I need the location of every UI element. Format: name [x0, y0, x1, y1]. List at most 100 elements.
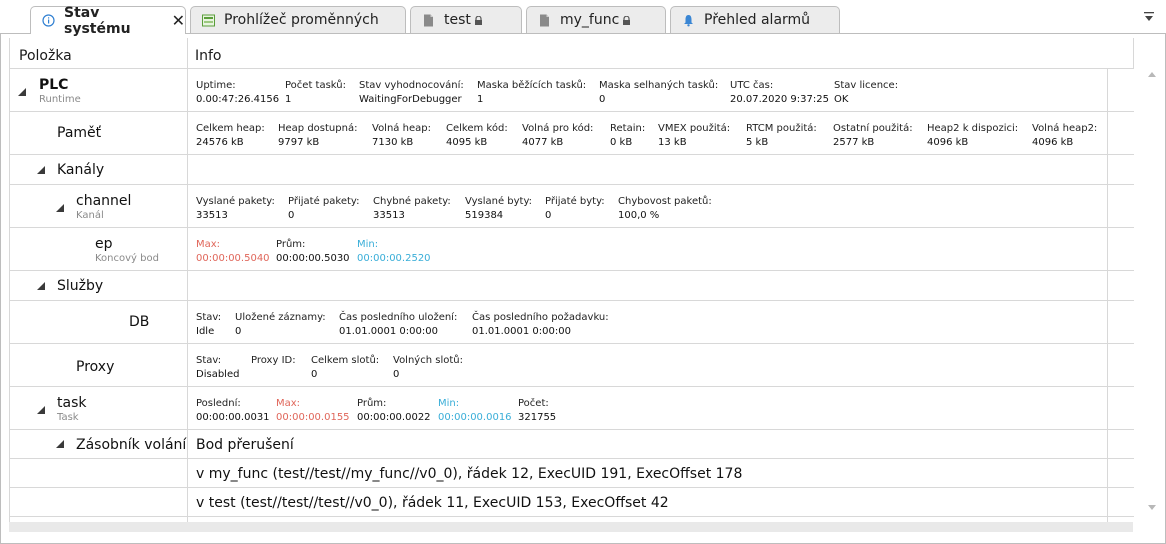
tree-row-services[interactable]: Služby	[10, 271, 1134, 301]
info-field: Stav: Disabled	[196, 355, 240, 380]
row-name: ep	[95, 236, 113, 252]
info-field-last: Poslední: 00:00:00.0031	[196, 398, 270, 423]
column-divider	[1133, 38, 1134, 68]
bell-icon	[684, 14, 693, 26]
tab-label: Přehled alarmů	[704, 12, 811, 28]
collapse-arrow-icon[interactable]	[18, 88, 26, 96]
info-field: Vyslané pakety: 33513	[196, 196, 275, 221]
info-field-min: Min: 00:00:00.0016	[438, 398, 512, 423]
row-name: Zásobník volání	[76, 437, 187, 453]
tree-row-channels[interactable]: Kanály	[10, 155, 1134, 185]
info-field-avg: Prům: 00:00:00.0022	[357, 398, 431, 423]
info-field: Volných slotů: 0	[393, 355, 463, 380]
info-field: Přijaté pakety: 0	[288, 196, 360, 221]
horizontal-scrollbar[interactable]	[9, 522, 1133, 532]
row-name: DB	[129, 314, 150, 330]
row-name: Kanály	[57, 162, 105, 178]
info-field: Heap2 k dispozici: 4096 kB	[927, 123, 1019, 148]
call-stack-entry-text: v test (test//test//test//v0_0), řádek 1…	[196, 495, 669, 511]
system-status-panel: Položka Info PLC Runtime Uptime: 0.00:47:…	[0, 33, 1166, 544]
tab-alarm-overview[interactable]: Přehled alarmů	[670, 6, 840, 33]
call-stack-entry[interactable]: v test (test//test//test//v0_0), řádek 1…	[10, 488, 1134, 517]
info-field: Uptime: 0.00:47:26.4156	[196, 80, 280, 105]
file-icon	[424, 14, 433, 26]
tree-row-call-stack[interactable]: Zásobník volání Bod přerušení	[10, 430, 1134, 459]
tab-label: Prohlížeč proměnných	[224, 12, 379, 28]
column-header-info[interactable]: Info	[195, 48, 222, 64]
file-icon	[540, 14, 549, 26]
tree-row-channel[interactable]: channel Kanál Vyslané pakety: 33513 Přija…	[10, 185, 1134, 228]
scroll-down-icon[interactable]	[1148, 505, 1156, 510]
column-divider	[187, 38, 188, 522]
tree-row-task[interactable]: task Task Poslední: 00:00:00.0031 Max: 00:…	[10, 387, 1134, 430]
tab-label: my_func	[560, 12, 620, 28]
row-name: Paměť	[57, 125, 102, 141]
info-field-max: Max: 00:00:00.0155	[276, 398, 350, 423]
info-field: VMEX použitá: 13 kB	[658, 123, 731, 148]
info-field: Celkem slotů: 0	[311, 355, 380, 380]
column-divider	[1107, 68, 1108, 522]
column-header-item[interactable]: Položka	[19, 48, 72, 64]
row-name: task	[57, 395, 87, 411]
row-name: Proxy	[76, 359, 115, 375]
lock-icon	[474, 15, 482, 25]
info-field: Retain: 0 kB	[610, 123, 646, 148]
info-field: Volná pro kód: 4077 kB	[522, 123, 594, 148]
row-name: Služby	[57, 278, 104, 294]
info-field-min: Min: 00:00:00.2520	[357, 239, 431, 264]
collapse-arrow-icon[interactable]	[37, 166, 45, 174]
tab-system-status[interactable]: Stav systému ✕	[30, 4, 186, 37]
lock-icon	[623, 15, 631, 25]
tab-variable-viewer[interactable]: Prohlížeč proměnných	[190, 6, 406, 33]
info-field: UTC čas: 20.07.2020 9:37:25	[730, 80, 829, 105]
info-field: Maska běžících tasků: 1	[477, 80, 587, 105]
tree-row-memory[interactable]: Paměť Celkem heap: 24576 kB Heap dostupná…	[10, 112, 1134, 155]
tree-row-proxy[interactable]: Proxy Stav: Disabled Proxy ID: Celkem slo…	[10, 344, 1134, 387]
grid-header: Položka Info	[10, 38, 1134, 69]
tab-label: test	[444, 12, 471, 28]
tree-row-plc[interactable]: PLC Runtime Uptime: 0.00:47:26.4156 Počet…	[10, 69, 1134, 112]
scroll-up-icon[interactable]	[1148, 72, 1156, 77]
row-subtitle: Koncový bod	[95, 253, 159, 264]
info-field: Čas posledního uložení: 01.01.0001 0:00:0…	[339, 312, 458, 337]
info-field: Volná heap2: 4096 kB	[1032, 123, 1098, 148]
info-field: RTCM použitá: 5 kB	[746, 123, 817, 148]
tab-test[interactable]: test	[410, 6, 522, 33]
status-tree-grid: Položka Info PLC Runtime Uptime: 0.00:47:…	[9, 38, 1134, 522]
tree-row-endpoint[interactable]: ep Koncový bod Max: 00:00:00.5040 Prům: 00…	[10, 228, 1134, 271]
tree-row-db[interactable]: DB Stav: Idle Uložené záznamy: 0 Čas posle…	[10, 301, 1134, 344]
variable-viewer-icon	[202, 14, 215, 26]
info-field: Heap dostupná: 9797 kB	[278, 123, 358, 148]
info-field: Vyslané byty: 519384	[465, 196, 533, 221]
collapse-arrow-icon[interactable]	[37, 282, 45, 290]
collapse-arrow-icon[interactable]	[56, 204, 64, 212]
collapse-arrow-icon[interactable]	[56, 440, 64, 448]
collapse-arrow-icon[interactable]	[37, 406, 45, 414]
info-field: Počet tasků: 1	[285, 80, 346, 105]
tab-label: Stav systému	[64, 4, 131, 37]
info-field: Proxy ID:	[251, 355, 296, 366]
tab-bar: Stav systému ✕ Prohlížeč proměnných test…	[0, 0, 1166, 37]
vertical-scrollbar[interactable]	[1140, 64, 1164, 518]
tab-my-func[interactable]: my_func	[526, 6, 666, 33]
info-icon	[42, 14, 55, 27]
info-field: Celkem heap: 24576 kB	[196, 123, 265, 148]
info-field: Uložené záznamy: 0	[235, 312, 326, 337]
info-field-max: Max: 00:00:00.5040	[196, 239, 270, 264]
row-name: channel	[76, 193, 132, 209]
info-field: Stav vyhodnocování: WaitingForDebugger	[359, 80, 464, 105]
info-field-avg: Prům: 00:00:00.5030	[276, 239, 350, 264]
row-name: PLC	[39, 77, 69, 93]
close-icon[interactable]: ✕	[172, 12, 185, 29]
row-subtitle: Runtime	[39, 94, 81, 105]
info-field: Čas posledního požadavku: 01.01.0001 0:00…	[472, 312, 609, 337]
info-field: Maska selhaných tasků: 0	[599, 80, 719, 105]
info-field: Přijaté byty: 0	[545, 196, 605, 221]
call-stack-entry[interactable]: v my_func (test//test//my_func//v0_0), ř…	[10, 459, 1134, 488]
tab-list-dropdown-icon[interactable]	[1143, 11, 1155, 23]
row-subtitle: Kanál	[76, 210, 104, 221]
row-subtitle: Task	[57, 412, 79, 423]
call-stack-entry-text: v my_func (test//test//my_func//v0_0), ř…	[196, 466, 743, 482]
call-stack-header: Bod přerušení	[196, 437, 294, 453]
info-field: Chybné pakety: 33513	[373, 196, 451, 221]
